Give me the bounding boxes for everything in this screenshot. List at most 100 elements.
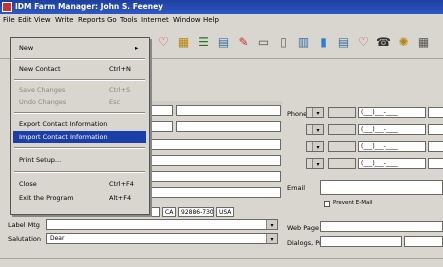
address-line-1-field[interactable] — [148, 139, 281, 150]
menu-edit[interactable]: Edit — [18, 16, 32, 24]
phone-list-icon[interactable]: ☰ — [195, 33, 212, 52]
menu-help[interactable]: Help — [203, 16, 219, 24]
zip-field[interactable]: 92886-7301 — [178, 207, 214, 217]
report-icon[interactable]: ▮ — [315, 33, 332, 52]
notes-icon[interactable]: ▭ — [255, 33, 272, 52]
toolbar-more-icon[interactable]: ▦ — [415, 33, 432, 52]
title-bar: IDM Farm Manager: John S. Feeney — [0, 0, 443, 14]
menu-separator — [14, 112, 145, 114]
address-line-4-field[interactable] — [148, 187, 281, 198]
heart-icon[interactable]: ♡ — [155, 33, 172, 52]
salutation-label: Salutation — [8, 235, 42, 243]
name-prefix-field[interactable] — [148, 105, 173, 116]
phone-prefix-4 — [328, 158, 356, 169]
menu-item-label: New — [19, 44, 34, 52]
menu-item-shortcut: Ctrl+S — [109, 86, 131, 94]
menu-item-label: Import Contact Information — [19, 133, 108, 141]
menu-window[interactable]: Window — [173, 16, 201, 24]
prevent-email-checkbox[interactable] — [324, 201, 330, 207]
dialogs-field-2[interactable] — [404, 236, 443, 247]
dialogs-label: Dialogs, Pri — [287, 239, 324, 247]
app-icon — [2, 2, 12, 12]
menu-separator — [14, 58, 145, 60]
document-icon[interactable]: ▯ — [275, 33, 292, 52]
menu-internet[interactable]: Internet — [141, 16, 169, 24]
phone-field-1[interactable]: (___)___-____ — [358, 107, 426, 118]
phone-prefix-2 — [328, 124, 356, 135]
chevron-down-icon[interactable]: ▾ — [312, 159, 323, 168]
edit-icon[interactable]: ✎ — [235, 33, 252, 52]
prevent-email-label: Prevent E-Mail — [333, 200, 373, 206]
menu-item-label: Undo Changes — [19, 98, 67, 106]
menu-item-exit[interactable]: Exit the Program Alt+F4 — [13, 192, 146, 204]
menu-separator — [14, 171, 145, 173]
menu-item-import-contacts[interactable]: Import Contact Information — [13, 131, 146, 143]
phone-ext-3[interactable] — [428, 141, 443, 152]
address-line-3-field[interactable] — [148, 171, 281, 182]
menu-item-print-setup[interactable]: Print Setup... — [13, 154, 146, 166]
mailing-label-dropdown[interactable]: ▾ — [46, 219, 278, 230]
salutation-dropdown[interactable]: Dear ▾ — [46, 233, 278, 244]
phone-prefix-1 — [328, 107, 356, 118]
phone-field-3[interactable]: (___)___-____ — [358, 141, 426, 152]
menu-separator — [14, 79, 145, 81]
phone-field-4[interactable]: (___)___-____ — [358, 158, 426, 169]
dialogs-field[interactable] — [320, 236, 402, 247]
phone-ext-1[interactable] — [428, 107, 443, 118]
name-field[interactable] — [176, 105, 281, 116]
menu-view[interactable]: View — [34, 16, 51, 24]
window-title: IDM Farm Manager: John S. Feeney — [15, 2, 164, 11]
web-page-field[interactable] — [320, 221, 443, 232]
chevron-down-icon[interactable]: ▾ — [266, 220, 277, 229]
chevron-down-icon[interactable]: ▾ — [266, 234, 277, 243]
book-icon[interactable]: ▤ — [215, 33, 232, 52]
chevron-down-icon[interactable]: ▾ — [312, 142, 323, 151]
company-field[interactable] — [176, 121, 281, 132]
phone-ext-2[interactable] — [428, 124, 443, 135]
menu-item-shortcut: Ctrl+N — [109, 65, 131, 73]
menu-item-label: Export Contact Information — [19, 120, 108, 128]
country-field[interactable]: USA — [216, 207, 234, 217]
menu-item-new-contact[interactable]: New Contact Ctrl+N — [13, 63, 146, 75]
phone-field-2[interactable]: (___)___-____ — [358, 124, 426, 135]
menu-item-shortcut: Ctrl+F4 — [109, 180, 134, 188]
menu-write[interactable]: Write — [55, 16, 73, 24]
phone-type-dropdown-3[interactable]: ▾ — [306, 141, 324, 152]
menu-bar: File Edit View Write Reports Go Tools In… — [0, 14, 443, 28]
chart-icon[interactable]: ▥ — [295, 33, 312, 52]
email-field[interactable] — [320, 180, 443, 195]
lightbulb-icon[interactable]: ✺ — [395, 33, 412, 52]
web-page-label: Web Page — [287, 224, 319, 232]
address-line-2-field[interactable] — [148, 155, 281, 166]
menu-item-save-changes: Save Changes Ctrl+S — [13, 84, 146, 96]
state-field[interactable]: CA — [162, 207, 176, 217]
menu-reports[interactable]: Reports — [78, 16, 105, 24]
menu-item-label: Print Setup... — [19, 156, 62, 164]
menu-item-label: Save Changes — [19, 86, 66, 94]
menu-item-label: Exit the Program — [19, 194, 74, 202]
menu-item-label: Close — [19, 180, 37, 188]
phone-type-dropdown-2[interactable]: ▾ — [306, 124, 324, 135]
chevron-down-icon[interactable]: ▾ — [312, 108, 323, 117]
menu-item-label: New Contact — [19, 65, 61, 73]
phone-icon[interactable]: ☎ — [375, 33, 392, 52]
menu-item-new[interactable]: New ▸ — [13, 42, 146, 54]
menu-item-undo-changes: Undo Changes Esc — [13, 96, 146, 108]
menu-file[interactable]: File — [3, 16, 15, 24]
phone-type-dropdown-4[interactable]: ▾ — [306, 158, 324, 169]
phone-prefix-3 — [328, 141, 356, 152]
menu-item-shortcut: Esc — [109, 98, 121, 106]
menu-item-close[interactable]: Close Ctrl+F4 — [13, 178, 146, 190]
phone-ext-4[interactable] — [428, 158, 443, 169]
menu-go[interactable]: Go — [107, 16, 117, 24]
company-prefix-field[interactable] — [148, 121, 173, 132]
phone-type-dropdown-1[interactable]: ▾ — [306, 107, 324, 118]
chevron-down-icon[interactable]: ▾ — [312, 125, 323, 134]
menu-item-export-contacts[interactable]: Export Contact Information — [13, 118, 146, 130]
menu-tools[interactable]: Tools — [120, 16, 137, 24]
calendar-icon[interactable]: ▦ — [175, 33, 192, 52]
salutation-value: Dear — [50, 235, 65, 242]
filing-cabinet-icon[interactable]: ▤ — [335, 33, 352, 52]
submenu-arrow-icon: ▸ — [135, 44, 139, 52]
heart-outline-icon[interactable]: ♡ — [355, 33, 372, 52]
